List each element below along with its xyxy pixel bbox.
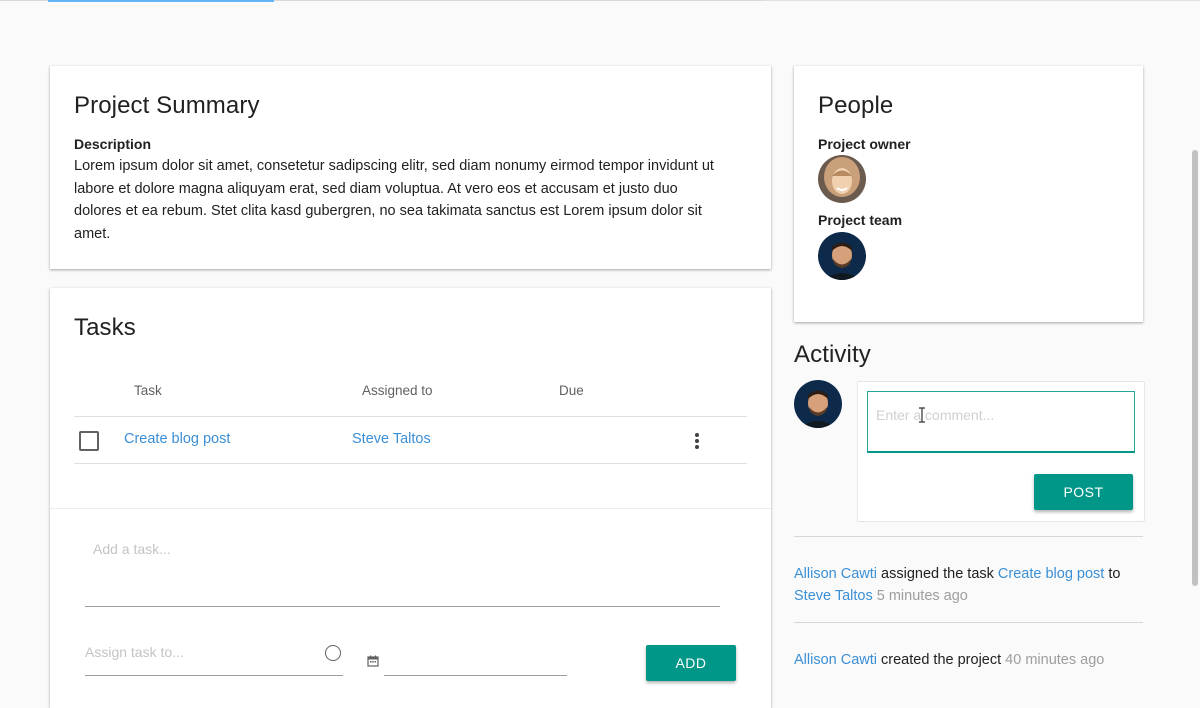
add-task-divider: [50, 508, 771, 509]
description-line: labore et dolore magna aliquyam erat, se…: [74, 180, 678, 197]
more-vert-icon[interactable]: [695, 433, 699, 451]
activity-entry: Allison Cawti assigned the task Create b…: [794, 563, 1143, 607]
activity-divider: [794, 536, 1143, 537]
activity-time: 5 minutes ago: [872, 588, 968, 604]
description-line: Lorem ipsum dolor sit amet, consetetur s…: [74, 158, 714, 174]
top-divider: [0, 0, 1200, 2]
column-header-task[interactable]: Task: [134, 383, 162, 398]
page-scrollbar[interactable]: [1192, 150, 1198, 586]
activity-target-link[interactable]: Steve Taltos: [794, 588, 873, 604]
activity-text: created the project: [877, 652, 1002, 668]
add-task-button[interactable]: ADD: [646, 645, 736, 681]
activity-task-link[interactable]: Create blog post: [998, 566, 1104, 582]
tasks-title: Tasks: [74, 314, 136, 341]
assignee-link[interactable]: Steve Taltos: [352, 431, 431, 447]
assign-underline: [85, 675, 343, 676]
text-cursor-icon: [918, 407, 926, 423]
table-header-divider: [74, 416, 747, 417]
description-label: Description: [74, 136, 152, 152]
column-header-due[interactable]: Due: [559, 383, 584, 398]
description-line: amet.: [74, 225, 111, 242]
active-tab-indicator: [48, 0, 274, 2]
tasks-card: Tasks Task Assigned to Due Create blog p…: [50, 288, 771, 708]
comment-placeholder: Enter a comment...: [876, 407, 995, 423]
table-row-divider: [74, 463, 747, 464]
due-date-input[interactable]: [384, 675, 567, 676]
task-checkbox[interactable]: [79, 431, 99, 451]
team-member-avatar[interactable]: [818, 232, 866, 280]
task-link[interactable]: Create blog post: [124, 431, 230, 447]
activity-entry: Allison Cawti created the project 40 min…: [794, 649, 1143, 671]
people-title: People: [818, 92, 894, 119]
people-card: People Project owner Project team: [794, 66, 1143, 322]
project-owner-label: Project owner: [818, 136, 911, 152]
assign-radio[interactable]: [325, 645, 341, 661]
activity-time: 40 minutes ago: [1001, 652, 1105, 668]
column-header-assigned[interactable]: Assigned to: [362, 383, 433, 398]
activity-actor-link[interactable]: Allison Cawti: [794, 652, 877, 668]
assign-task-input[interactable]: Assign task to...: [85, 644, 184, 660]
comment-input[interactable]: Enter a comment...: [867, 391, 1135, 453]
owner-avatar[interactable]: [818, 155, 866, 203]
add-task-input[interactable]: Add a task...: [93, 541, 171, 557]
project-summary-card: Project Summary Description Lorem ipsum …: [50, 66, 771, 269]
activity-actor-link[interactable]: Allison Cawti: [794, 566, 877, 582]
project-summary-title: Project Summary: [74, 92, 260, 119]
description-text: Lorem ipsum dolor sit amet, consetetur s…: [74, 155, 764, 245]
project-team-label: Project team: [818, 212, 903, 228]
add-task-underline: [85, 606, 720, 607]
description-line: dolores et ea rebum. Stet clita kasd gub…: [74, 203, 702, 219]
activity-title: Activity: [794, 341, 871, 368]
calendar-icon[interactable]: [367, 654, 379, 667]
activity-text: to: [1104, 566, 1121, 582]
current-user-avatar: [794, 380, 842, 428]
activity-divider: [794, 622, 1143, 623]
activity-text: assigned the task: [877, 566, 998, 582]
post-comment-button[interactable]: POST: [1034, 474, 1133, 510]
